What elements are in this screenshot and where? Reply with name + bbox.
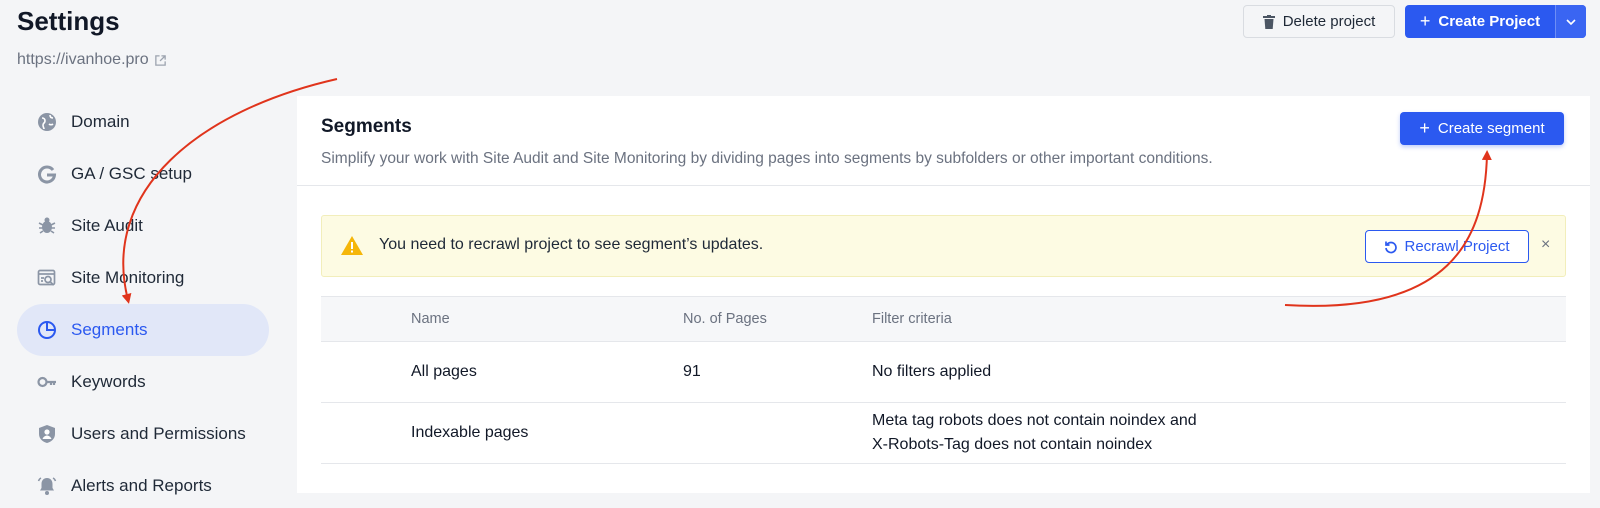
plus-icon: + [1419, 11, 1431, 31]
criteria-line: No filters applied [872, 363, 992, 380]
shield-user-icon [37, 424, 57, 444]
table-row[interactable]: All pages 91 No filters applied [321, 342, 1566, 403]
segment-criteria: No filters applied [872, 360, 1566, 384]
site-url-link[interactable]: https://ivanhoe.pro [17, 51, 167, 69]
sidebar-item-label: Users and Permissions [71, 424, 246, 443]
bell-icon [37, 476, 57, 496]
create-project-dropdown[interactable] [1555, 5, 1586, 38]
plus-icon: + [1419, 118, 1430, 138]
sidebar-item-users-permissions[interactable]: Users and Permissions [17, 408, 269, 460]
segment-criteria: Meta tag robots does not contain noindex… [872, 409, 1566, 457]
sidebar-item-label: Domain [71, 112, 130, 131]
external-link-icon [154, 54, 166, 66]
criteria-line: X-Robots-Tag does not contain noindex [872, 436, 1153, 453]
segment-name: All pages [411, 363, 477, 380]
table-row[interactable]: Indexable pages Meta tag robots does not… [321, 403, 1566, 464]
monitoring-icon [37, 268, 57, 288]
recrawl-alert: You need to recrawl project to see segme… [321, 215, 1566, 277]
warning-icon [341, 236, 363, 255]
pie-icon [37, 320, 57, 340]
refresh-icon [1385, 241, 1398, 253]
sidebar-item-label: Segments [71, 320, 148, 339]
sidebar-item-label: Site Audit [71, 216, 143, 235]
sidebar-item-label: Site Monitoring [71, 268, 185, 287]
globe-icon [37, 112, 57, 132]
sidebar-item-site-monitoring[interactable]: Site Monitoring [17, 252, 269, 304]
segments-panel: Segments Simplify your work with Site Au… [297, 96, 1590, 493]
sidebar-item-keywords[interactable]: Keywords [17, 356, 269, 408]
column-header-criteria[interactable]: Filter criteria [872, 307, 1566, 331]
table-header: Name No. of Pages Filter criteria [321, 296, 1566, 342]
segment-page-count: 91 [683, 363, 701, 380]
recrawl-project-label: Recrawl Project [1404, 238, 1510, 255]
criteria-line: Meta tag robots does not contain noindex… [872, 412, 1197, 429]
sidebar-item-label: Keywords [71, 372, 146, 391]
sidebar-item-label: GA / GSC setup [71, 164, 192, 183]
google-icon [37, 164, 57, 184]
panel-description: Simplify your work with Site Audit and S… [321, 150, 1213, 167]
segments-table: Name No. of Pages Filter criteria All pa… [321, 296, 1566, 464]
panel-header: Segments Simplify your work with Site Au… [297, 96, 1590, 186]
column-header-pages[interactable]: No. of Pages [683, 311, 872, 327]
close-icon[interactable]: × [1541, 236, 1550, 254]
sidebar-item-ga-gsc[interactable]: GA / GSC setup [17, 148, 269, 200]
site-url-text: https://ivanhoe.pro [17, 51, 149, 68]
segment-name: Indexable pages [411, 424, 529, 441]
create-project-button[interactable]: + Create Project [1405, 5, 1586, 38]
delete-project-button[interactable]: Delete project [1243, 5, 1395, 38]
create-segment-label: Create segment [1437, 120, 1545, 137]
trash-icon [1262, 14, 1275, 29]
column-header-name[interactable]: Name [321, 311, 683, 327]
key-icon [37, 372, 57, 392]
alert-message: You need to recrawl project to see segme… [379, 236, 764, 253]
panel-title: Segments [321, 116, 412, 137]
sidebar-item-domain[interactable]: Domain [17, 96, 269, 148]
delete-project-label: Delete project [1282, 13, 1376, 30]
sidebar-item-label: Alerts and Reports [71, 476, 212, 495]
chevron-down-icon [1566, 18, 1576, 25]
bug-icon [37, 216, 57, 236]
create-segment-button[interactable]: + Create segment [1400, 112, 1564, 145]
settings-sidebar: Domain GA / GSC setup Site Audit Site Mo… [17, 96, 269, 508]
recrawl-project-button[interactable]: Recrawl Project [1365, 230, 1529, 263]
create-project-label: Create Project [1438, 13, 1541, 30]
page-title: Settings [17, 6, 120, 36]
sidebar-item-segments[interactable]: Segments [17, 304, 269, 356]
sidebar-item-site-audit[interactable]: Site Audit [17, 200, 269, 252]
sidebar-item-alerts-reports[interactable]: Alerts and Reports [17, 460, 269, 508]
